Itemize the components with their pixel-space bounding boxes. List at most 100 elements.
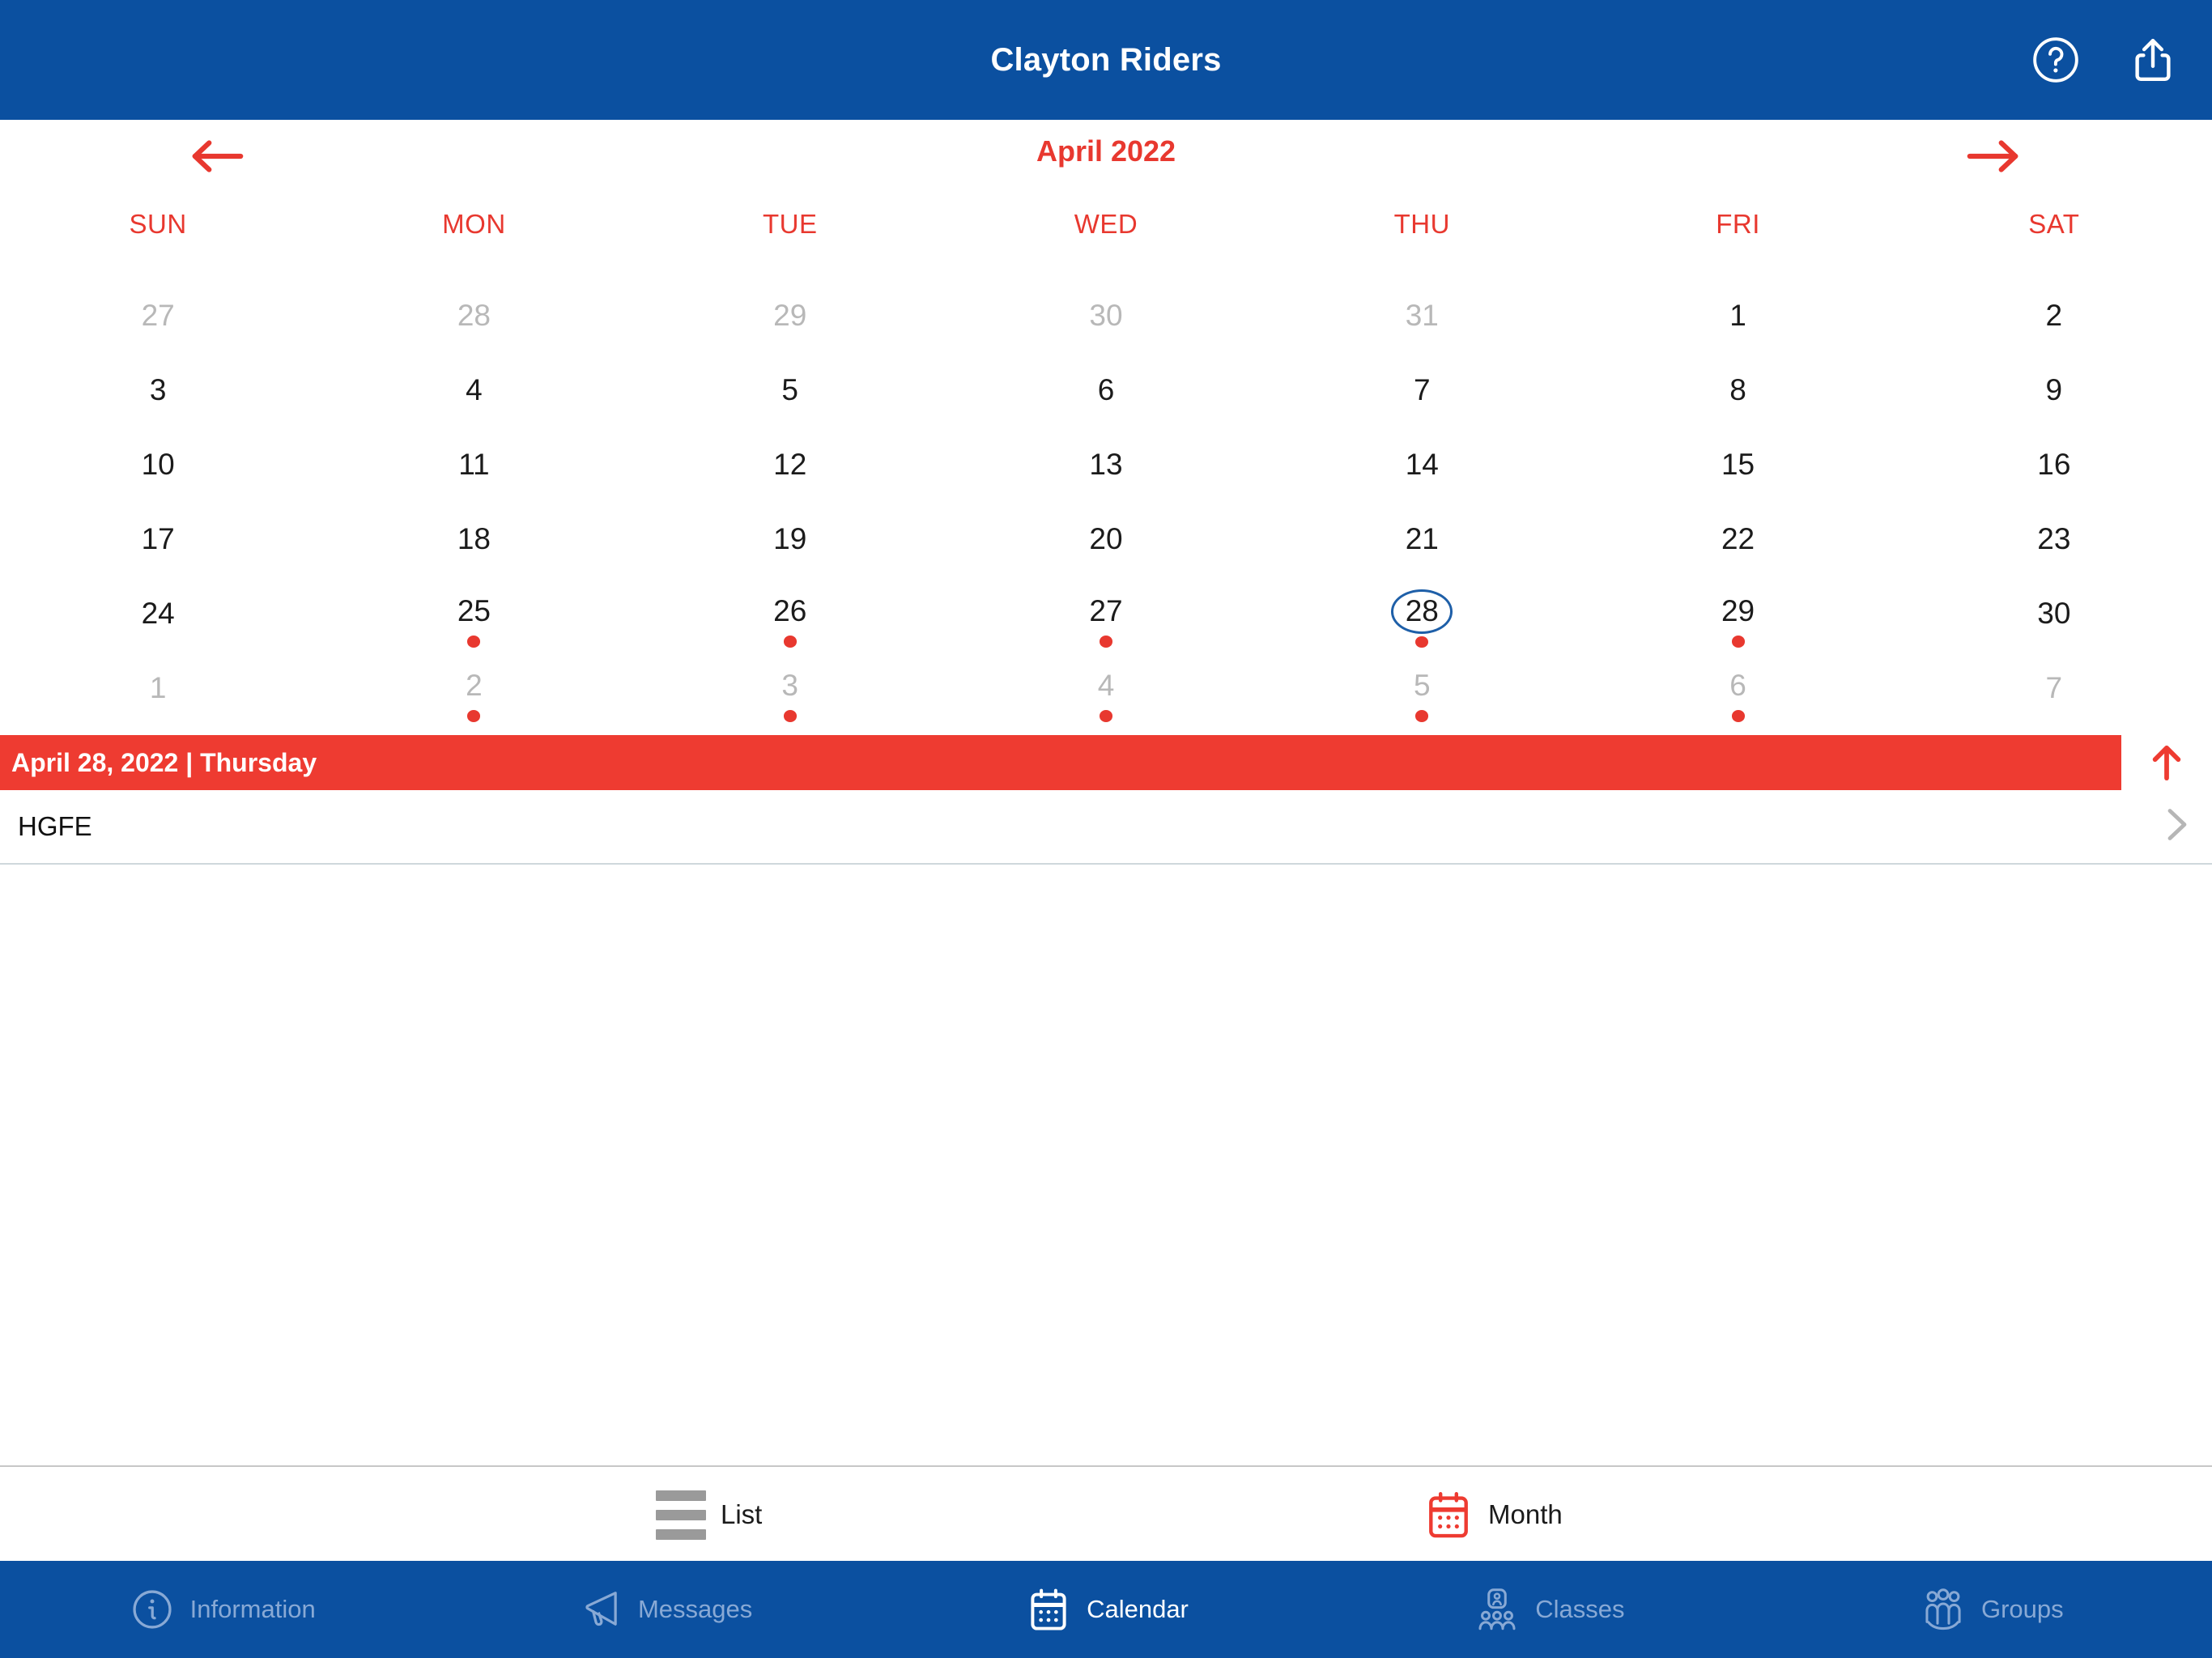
calendar-day-number: 24 — [141, 597, 175, 630]
event-indicator-dot — [1415, 710, 1429, 722]
weekday-thu: THU — [1393, 209, 1450, 239]
arrow-right-icon — [1967, 140, 2018, 172]
event-list: HGFE — [0, 790, 2212, 865]
calendar-day-number: 12 — [773, 448, 807, 481]
next-month-button[interactable] — [1953, 131, 2034, 181]
event-row[interactable]: HGFE — [0, 790, 2212, 865]
calendar-day-cell[interactable]: 5 — [632, 350, 948, 424]
event-indicator-dot — [1731, 636, 1745, 648]
calendar-day-cell[interactable]: 13 — [948, 424, 1264, 499]
tab-calendar[interactable]: Calendar — [885, 1561, 1327, 1658]
calendar-day-cell[interactable]: 5 — [1264, 648, 1580, 722]
calendar-day-cell[interactable]: 30 — [948, 275, 1264, 350]
calendar-day-cell[interactable]: 7 — [1896, 648, 2212, 722]
calendar-day-cell[interactable]: 26 — [632, 573, 948, 648]
calendar-day-cell[interactable]: 14 — [1264, 424, 1580, 499]
calendar-day-cell[interactable]: 8 — [1580, 350, 1895, 424]
calendar-day-cell[interactable]: 2 — [316, 648, 632, 722]
calendar-day-cell[interactable]: 12 — [632, 424, 948, 499]
classes-icon — [1472, 1584, 1522, 1635]
calendar-day-cell[interactable]: 3 — [0, 350, 316, 424]
calendar-day-cell[interactable]: 30 — [1896, 573, 2212, 648]
calendar-day-cell[interactable]: 28 — [1264, 573, 1580, 648]
weekday-fri: FRI — [1716, 209, 1760, 239]
event-indicator-dot — [467, 710, 481, 722]
calendar-day-cell[interactable]: 21 — [1264, 499, 1580, 573]
event-indicator-dot — [1731, 710, 1745, 722]
calendar-day-cell[interactable]: 6 — [948, 350, 1264, 424]
calendar-day-number: 7 — [1413, 373, 1431, 406]
calendar-day-number: 23 — [2037, 522, 2071, 555]
event-indicator-dot — [1415, 636, 1429, 648]
calendar-day-number: 30 — [1089, 299, 1123, 332]
tab-messages-label: Messages — [637, 1595, 753, 1623]
calendar-day-number: 21 — [1405, 522, 1439, 555]
calendar-day-cell[interactable]: 3 — [632, 648, 948, 722]
calendar-day-cell[interactable]: 9 — [1896, 350, 2212, 424]
calendar-icon — [1023, 1584, 1074, 1635]
tab-calendar-label: Calendar — [1087, 1595, 1189, 1623]
calendar-day-cell[interactable]: 15 — [1580, 424, 1895, 499]
calendar-day-number: 27 — [141, 299, 175, 332]
calendar-grid: 27 28 29 30 31 1 2 3 4 5 6 7 8 9 10 11 12 13 14 15 16 17 18 19 2… — [0, 275, 2212, 722]
calendar-day-cell[interactable]: 27 — [0, 275, 316, 350]
collapse-calendar-button[interactable] — [2138, 735, 2196, 790]
calendar-day-cell[interactable]: 7 — [1264, 350, 1580, 424]
calendar-day-cell[interactable]: 31 — [1264, 275, 1580, 350]
app-root: Clayton Riders April 2022 SUN MON TUE WE… — [0, 0, 2212, 1658]
calendar-day-number: 28 — [457, 299, 491, 332]
calendar-day-cell[interactable]: 16 — [1896, 424, 2212, 499]
header-actions — [2024, 0, 2184, 120]
calendar-day-cell[interactable]: 24 — [0, 573, 316, 648]
view-month-label: Month — [1488, 1499, 1563, 1529]
calendar-day-cell[interactable]: 20 — [948, 499, 1264, 573]
calendar-day-cell[interactable]: 19 — [632, 499, 948, 573]
tab-information[interactable]: Information — [0, 1561, 442, 1658]
calendar-day-cell[interactable]: 22 — [1580, 499, 1895, 573]
calendar-day-number: 25 — [457, 594, 491, 628]
calendar-day-cell[interactable]: 6 — [1580, 648, 1895, 722]
calendar-day-cell[interactable]: 25 — [316, 573, 632, 648]
view-switcher: List Month — [0, 1465, 2212, 1561]
tab-classes[interactable]: Classes — [1327, 1561, 1769, 1658]
calendar-day-cell[interactable]: 1 — [0, 648, 316, 722]
calendar-day-number: 3 — [149, 373, 167, 406]
calendar-day-number: 31 — [1405, 299, 1439, 332]
arrow-up-icon — [2152, 745, 2181, 781]
calendar-day-cell[interactable]: 18 — [316, 499, 632, 573]
calendar-day-cell[interactable]: 23 — [1896, 499, 2212, 573]
tab-messages[interactable]: Messages — [442, 1561, 884, 1658]
share-icon — [2135, 39, 2171, 81]
calendar-day-cell[interactable]: 29 — [1580, 573, 1895, 648]
view-list-button[interactable]: List — [656, 1467, 762, 1562]
calendar-day-number: 14 — [1405, 448, 1439, 481]
calendar-day-cell[interactable]: 2 — [1896, 275, 2212, 350]
calendar-day-number: 22 — [1721, 522, 1755, 555]
calendar-day-cell[interactable]: 27 — [948, 573, 1264, 648]
event-title: HGFE — [18, 811, 92, 841]
share-button[interactable] — [2121, 28, 2184, 91]
calendar-day-number: 18 — [457, 522, 491, 555]
info-circle-icon — [127, 1584, 177, 1635]
calendar-day-number: 9 — [2045, 373, 2063, 406]
tab-groups-label: Groups — [1980, 1595, 2064, 1623]
calendar-day-cell[interactable]: 17 — [0, 499, 316, 573]
view-month-button[interactable]: Month — [1423, 1467, 1563, 1562]
event-indicator-dot — [1099, 710, 1112, 722]
calendar-day-cell[interactable]: 11 — [316, 424, 632, 499]
bottom-tab-bar: Information Messages Calendar Classes Gr… — [0, 1561, 2212, 1658]
calendar-day-number: 15 — [1721, 448, 1755, 481]
calendar-day-cell[interactable]: 4 — [316, 350, 632, 424]
help-button[interactable] — [2024, 28, 2087, 91]
calendar-day-cell[interactable]: 10 — [0, 424, 316, 499]
tab-groups[interactable]: Groups — [1770, 1561, 2212, 1658]
calendar-day-cell[interactable]: 29 — [632, 275, 948, 350]
calendar-day-cell[interactable]: 4 — [948, 648, 1264, 722]
calendar-day-number: 17 — [141, 522, 175, 555]
calendar-day-cell[interactable]: 28 — [316, 275, 632, 350]
calendar-day-cell[interactable]: 1 — [1580, 275, 1895, 350]
calendar-day-number: 16 — [2037, 448, 2071, 481]
calendar-day-number: 29 — [1721, 594, 1755, 628]
calendar-day-number: 19 — [773, 522, 807, 555]
calendar-day-number: 27 — [1089, 594, 1123, 628]
